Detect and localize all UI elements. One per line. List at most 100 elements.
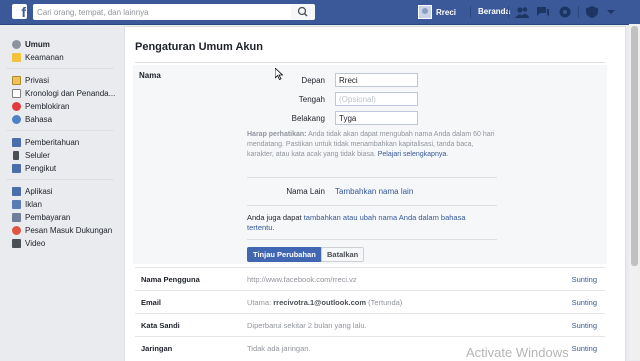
row-label: Email	[141, 298, 162, 307]
name-section-label: Nama	[139, 71, 161, 80]
first-name-label: Depan	[301, 76, 325, 85]
other-names-label: Nama Lain	[286, 187, 325, 196]
sidebar-item-blocking[interactable]: Pemblokiran	[0, 100, 120, 113]
sidebar-group-privacy: Privasi Kronologi dan Penanda... Pemblok…	[0, 74, 120, 126]
sidebar-item-label: Aplikasi	[25, 187, 53, 196]
language-name-suffix: .	[272, 223, 275, 232]
sidebar-item-label: Pemberitahuan	[25, 138, 80, 147]
sidebar-item-mobile[interactable]: Seluler	[0, 149, 120, 162]
sidebar-item-label: Umum	[25, 40, 50, 49]
top-navigation-bar: f Rreci Beranda	[0, 0, 640, 25]
edit-password-link[interactable]: Sunting	[572, 321, 597, 330]
notification-icon	[12, 138, 21, 147]
page-title: Pengaturan Umum Akun	[135, 41, 263, 53]
divider	[247, 205, 497, 206]
learn-more-link[interactable]: Pelajari selengkapnya	[378, 151, 447, 158]
profile-name: Rreci	[436, 7, 457, 17]
language-name-text: Anda juga dapat tambahkan atau ubah nama…	[247, 213, 492, 233]
sidebar-item-video[interactable]: Video	[0, 237, 120, 250]
search-box[interactable]	[33, 4, 291, 20]
privacy-shortcuts-icon[interactable]	[584, 5, 600, 19]
search-button[interactable]	[291, 4, 315, 20]
messages-icon[interactable]	[535, 5, 551, 19]
middle-name-input[interactable]	[335, 92, 418, 106]
review-changes-button[interactable]: Tinjau Perubahan	[247, 247, 322, 262]
sidebar-item-payments[interactable]: Pembayaran	[0, 211, 120, 224]
facebook-logo[interactable]: f	[12, 4, 27, 19]
sidebar-item-label: Privasi	[25, 76, 50, 85]
divider	[6, 179, 114, 180]
payment-icon	[12, 213, 21, 222]
shield-icon	[12, 53, 21, 62]
language-name-prefix: Anda juga dapat	[247, 213, 304, 222]
row-label: Kata Sandi	[141, 321, 180, 330]
sidebar-item-general[interactable]: Umum	[0, 38, 120, 51]
sidebar-item-followers[interactable]: Pengikut	[0, 162, 120, 175]
row-value: Diperbarui sekitar 2 bulan yang lalu.	[247, 321, 367, 330]
lock-icon	[12, 76, 21, 85]
profile-link[interactable]: Rreci	[418, 5, 456, 19]
row-label: Nama Pengguna	[141, 275, 200, 284]
last-name-input[interactable]	[335, 111, 418, 125]
email-row[interactable]: Email Utama: rrecivotra.1@outlook.com (T…	[135, 290, 605, 313]
row-value: Utama: rrecivotra.1@outlook.com (Tertund…	[247, 298, 403, 307]
sidebar-item-apps[interactable]: Aplikasi	[0, 185, 120, 198]
cancel-button[interactable]: Batalkan	[321, 247, 365, 262]
sidebar-item-timeline-tagging[interactable]: Kronologi dan Penanda...	[0, 87, 120, 100]
edit-email-link[interactable]: Sunting	[572, 298, 597, 307]
notifications-icon[interactable]	[557, 5, 573, 19]
sidebar-item-security[interactable]: Keamanan	[0, 51, 120, 64]
divider	[470, 6, 471, 18]
sidebar-item-label: Iklan	[25, 200, 42, 209]
row-value: Tidak ada jaringan.	[247, 344, 311, 353]
sidebar-item-notifications[interactable]: Pemberitahuan	[0, 136, 120, 149]
name-edit-panel: Nama Depan Tengah Belakang Harap perhati…	[133, 65, 607, 264]
sidebar-item-label: Pemblokiran	[25, 102, 70, 111]
first-name-input[interactable]	[335, 73, 418, 87]
sidebar-item-language[interactable]: Bahasa	[0, 113, 120, 126]
sidebar-item-support-inbox[interactable]: Pesan Masuk Dukungan	[0, 224, 120, 237]
sidebar-item-label: Pembayaran	[25, 213, 71, 222]
sidebar-item-label: Kronologi dan Penanda...	[25, 89, 116, 98]
home-link[interactable]: Beranda	[478, 7, 510, 16]
globe-icon	[12, 115, 21, 124]
account-menu-chevron-down-icon[interactable]	[603, 5, 619, 19]
gear-icon	[12, 40, 21, 49]
divider	[578, 6, 579, 18]
divider	[247, 177, 497, 178]
divider	[6, 68, 114, 69]
activation-watermark: Activate Windows	[466, 345, 569, 360]
divider	[508, 6, 509, 18]
scrollbar-thumb[interactable]	[631, 26, 638, 266]
add-other-name-link[interactable]: Tambahkan nama lain	[335, 187, 413, 196]
video-icon	[12, 239, 21, 248]
sidebar-item-label: Keamanan	[25, 53, 64, 62]
last-name-label: Belakang	[291, 114, 325, 123]
sidebar-item-label: Bahasa	[25, 115, 53, 124]
password-row[interactable]: Kata Sandi Diperbarui sekitar 2 bulan ya…	[135, 313, 605, 336]
sidebar-item-ads[interactable]: Iklan	[0, 198, 120, 211]
settings-sidebar: Umum Keamanan Privasi Kronologi dan Pena…	[0, 24, 120, 360]
search-input[interactable]	[33, 4, 291, 20]
username-row[interactable]: Nama Pengguna http://www.facebook.com/rr…	[135, 267, 605, 290]
sidebar-group-notifications: Pemberitahuan Seluler Pengikut	[0, 136, 120, 175]
edit-username-link[interactable]: Sunting	[572, 275, 597, 284]
friend-requests-icon[interactable]	[514, 5, 530, 19]
sidebar-item-label: Pesan Masuk Dukungan	[25, 226, 113, 235]
notice-heading: Harap perhatikan:	[247, 131, 307, 138]
sidebar-item-privacy[interactable]: Privasi	[0, 74, 120, 87]
mobile-icon	[13, 151, 19, 160]
sidebar-item-label: Seluler	[25, 151, 50, 160]
row-value: http://www.facebook.com/rreci.vz	[247, 275, 357, 284]
edit-networks-link[interactable]: Sunting	[572, 344, 597, 353]
apps-icon	[12, 187, 21, 196]
divider	[135, 62, 605, 63]
search-icon	[297, 6, 308, 17]
divider	[6, 130, 114, 131]
sidebar-item-label: Pengikut	[25, 164, 57, 173]
page-scrollbar[interactable]	[629, 24, 640, 360]
support-icon	[12, 226, 21, 235]
sidebar-item-label: Video	[25, 239, 46, 248]
timeline-icon	[12, 89, 21, 98]
block-icon	[12, 102, 21, 111]
